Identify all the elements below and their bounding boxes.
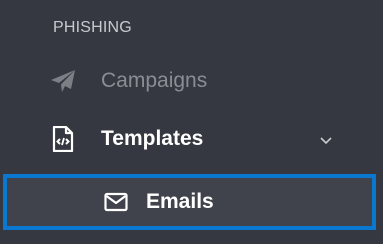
code-file-icon: [50, 126, 76, 152]
section-title-phishing: PHISHING: [53, 19, 132, 36]
envelope-icon: [104, 192, 128, 212]
sidebar-item-campaigns[interactable]: Campaigns: [0, 57, 383, 105]
sidebar: PHISHING Campaigns Templates Emails: [0, 0, 383, 244]
sidebar-item-label: Emails: [146, 190, 214, 213]
sidebar-item-templates[interactable]: Templates: [0, 115, 383, 163]
paper-plane-icon: [50, 68, 76, 94]
sidebar-item-label: Templates: [101, 127, 204, 150]
sidebar-item-label: Campaigns: [101, 69, 208, 92]
sidebar-item-emails[interactable]: Emails: [3, 174, 376, 230]
chevron-down-icon[interactable]: [318, 133, 334, 145]
